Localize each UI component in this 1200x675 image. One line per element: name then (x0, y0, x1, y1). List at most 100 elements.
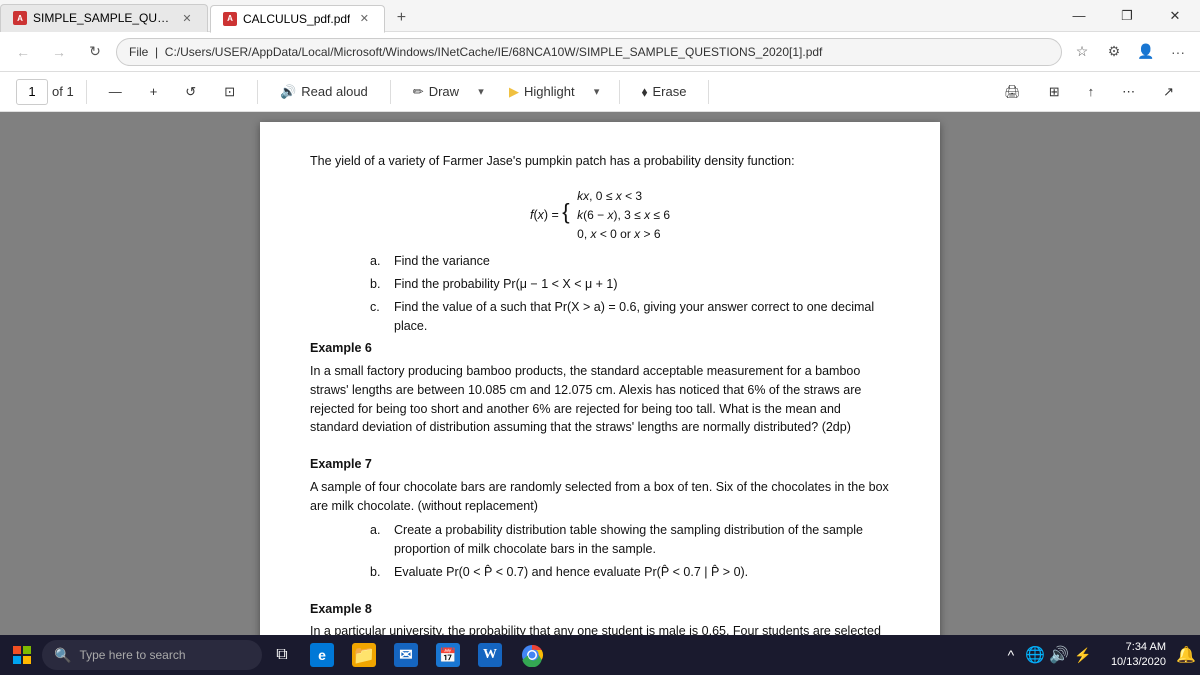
window-controls: — ❐ ✕ (1056, 0, 1200, 32)
taskbar-edge[interactable]: e (302, 637, 342, 673)
print-button[interactable]: 🖨 (994, 78, 1031, 106)
tab-favicon-1: A (13, 11, 27, 25)
sep3 (390, 80, 391, 104)
tab-label-1: SIMPLE_SAMPLE_QUESTIONS_20 (33, 11, 173, 25)
list-item-a: a. Find the variance (350, 252, 890, 271)
rotate-button[interactable]: ↺ (175, 78, 206, 106)
erase-icon: ⬧ (642, 84, 648, 100)
minimize-button[interactable]: — (1056, 0, 1102, 32)
example-8-text: In a particular university, the probabil… (310, 622, 890, 635)
chrome-icon (520, 643, 544, 667)
start-button[interactable] (4, 637, 40, 673)
sep4 (619, 80, 620, 104)
highlight-button[interactable]: ▶ Highlight (499, 78, 585, 106)
example-6: Example 6 In a small factory producing b… (310, 339, 890, 437)
search-icon: 🔍 (54, 647, 71, 664)
favorite-button[interactable]: ☆ (1068, 38, 1096, 66)
back-button[interactable]: ← (8, 37, 38, 67)
pdf-toolbar: of 1 — + ↺ ⊡ 🔊 Read aloud ✏ Draw ▾ ▶ Hig… (0, 72, 1200, 112)
tab-pdf2[interactable]: A CALCULUS_pdf.pdf ✕ (210, 5, 385, 33)
draw-chevron[interactable]: ▾ (471, 78, 491, 106)
file-explorer-icon: 📁 (352, 643, 376, 667)
systray: ^ 🌐 🔊 ⚡ (993, 645, 1101, 665)
erase-label: Erase (652, 84, 686, 99)
tab-close-2[interactable]: ✕ (356, 11, 372, 27)
zoom-out-icon: — (109, 84, 122, 99)
preamble-items: a. Find the variance b. Find the probabi… (310, 252, 890, 335)
print-icon: 🖨 (1004, 84, 1021, 100)
pdf-page: The yield of a variety of Farmer Jase's … (260, 122, 940, 635)
example-7-item-b: b. Evaluate Pr(0 < P̂ < 0.7) and hence e… (350, 563, 890, 582)
tab-pdf1[interactable]: A SIMPLE_SAMPLE_QUESTIONS_20 ✕ (0, 4, 208, 32)
formula-display: f(x) = { kx, 0 ≤ x < 3 k(6 − x), 3 ≤ x ≤… (310, 187, 890, 245)
battery-icon[interactable]: ⚡ (1073, 645, 1093, 665)
address-bar-icons: ☆ ⚙ 👤 ··· (1068, 38, 1192, 66)
tab-favicon-2: A (223, 12, 237, 26)
read-aloud-label: Read aloud (301, 84, 368, 99)
mail-icon: ✉ (394, 643, 418, 667)
highlight-label: Highlight (524, 84, 575, 99)
more-tools-icon: ⋯ (1122, 84, 1135, 100)
network-icon[interactable]: 🌐 (1025, 645, 1045, 665)
read-aloud-button[interactable]: 🔊 Read aloud (270, 78, 378, 106)
taskbar-mail[interactable]: ✉ (386, 637, 426, 673)
preamble-text: The yield of a variety of Farmer Jase's … (310, 152, 890, 171)
page-number-input[interactable] (16, 79, 48, 105)
sep5 (708, 80, 709, 104)
word-icon: W (478, 643, 502, 667)
example-7-text: A sample of four chocolate bars are rand… (310, 478, 890, 516)
close-button[interactable]: ✕ (1152, 0, 1198, 32)
taskbar-word[interactable]: W (470, 637, 510, 673)
list-item-b: b. Find the probability Pr(μ − 1 < X < μ… (350, 275, 890, 294)
share-button[interactable]: ↑ (1078, 78, 1105, 106)
page-input-group: of 1 (16, 79, 74, 105)
highlight-group: ▶ Highlight ▾ (499, 78, 607, 106)
highlight-icon: ▶ (509, 84, 519, 100)
highlight-chevron[interactable]: ▾ (587, 78, 607, 106)
example-6-title: Example 6 (310, 339, 890, 358)
more-tools-button[interactable]: ⋯ (1112, 78, 1145, 106)
fullscreen-icon: ↗ (1163, 84, 1174, 100)
example-7-title: Example 7 (310, 455, 890, 474)
search-placeholder-text: Type here to search (79, 648, 185, 662)
fit-button[interactable]: ⊡ (214, 78, 245, 106)
title-bar: A SIMPLE_SAMPLE_QUESTIONS_20 ✕ A CALCULU… (0, 0, 1200, 32)
draw-icon: ✏ (413, 84, 424, 100)
more-button[interactable]: ··· (1164, 38, 1192, 66)
forward-button[interactable]: → (44, 37, 74, 67)
erase-button[interactable]: ⬧ Erase (632, 78, 697, 106)
refresh-button[interactable]: ↻ (80, 37, 110, 67)
clock-date: 10/13/2020 (1111, 655, 1166, 670)
taskbar-file-explorer[interactable]: 📁 (344, 637, 384, 673)
chevron-icon[interactable]: ^ (1001, 645, 1021, 665)
example-8-title: Example 8 (310, 600, 890, 619)
add-tab-button[interactable]: + (387, 4, 415, 32)
example-7: Example 7 A sample of four chocolate bar… (310, 455, 890, 582)
taskbar-app-blue[interactable]: 📅 (428, 637, 468, 673)
tab-close-1[interactable]: ✕ (179, 10, 195, 26)
taskbar-chrome[interactable] (512, 637, 552, 673)
maximize-button[interactable]: ❐ (1104, 0, 1150, 32)
tab-label-2: CALCULUS_pdf.pdf (243, 12, 350, 26)
pdf-content-area: The yield of a variety of Farmer Jase's … (0, 112, 1200, 635)
fit-page-icon: ⊞ (1049, 84, 1060, 100)
read-aloud-icon: 🔊 (280, 84, 296, 100)
zoom-in-button[interactable]: + (140, 78, 168, 106)
share-icon: ↑ (1088, 84, 1095, 99)
windows-icon (13, 646, 31, 664)
sep1 (86, 80, 87, 104)
search-bar[interactable]: 🔍 Type here to search (42, 640, 262, 670)
fit-page-button[interactable]: ⊞ (1039, 78, 1070, 106)
volume-icon[interactable]: 🔊 (1049, 645, 1069, 665)
address-input[interactable] (116, 38, 1062, 66)
rotate-icon: ↺ (185, 84, 196, 100)
zoom-out-button[interactable]: — (99, 78, 132, 106)
task-view-button[interactable]: ⧉ (264, 637, 300, 673)
fullscreen-button[interactable]: ↗ (1153, 78, 1184, 106)
profile-button[interactable]: 👤 (1132, 38, 1160, 66)
settings-button[interactable]: ⚙ (1100, 38, 1128, 66)
draw-button[interactable]: ✏ Draw (403, 78, 469, 106)
system-clock[interactable]: 7:34 AM 10/13/2020 (1103, 640, 1174, 671)
notification-button[interactable]: 🔔 (1176, 645, 1196, 665)
page-total-label: of 1 (52, 84, 74, 99)
